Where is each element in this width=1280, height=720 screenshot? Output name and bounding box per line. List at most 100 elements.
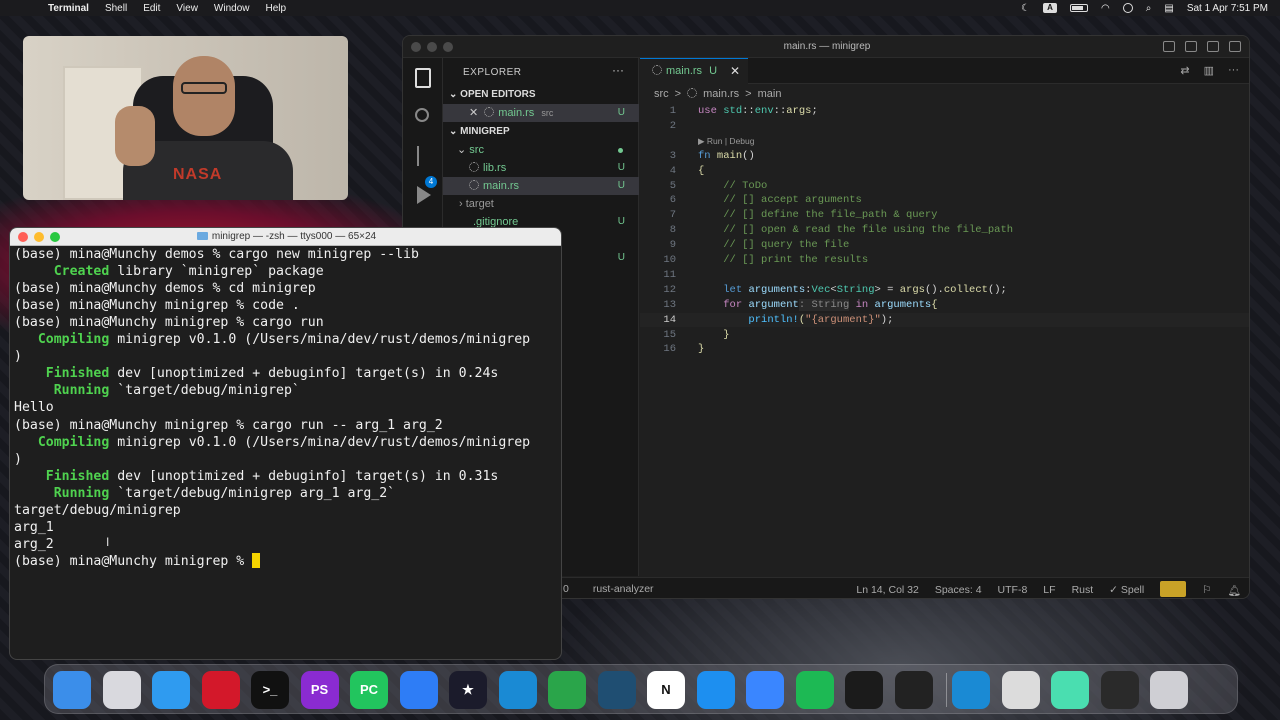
breadcrumb-file[interactable]: main.rs [703, 88, 739, 100]
terminal-line: (base) mina@Munchy minigrep % [14, 552, 261, 570]
customize-layout-icon[interactable] [1229, 41, 1241, 52]
run-debug-icon[interactable] [417, 186, 431, 204]
dock: >_ PS PC ★ N [44, 664, 1238, 714]
menu-view[interactable]: View [176, 3, 198, 14]
terminal-icon[interactable]: >_ [251, 671, 289, 709]
status-indentation[interactable]: Spaces: 4 [935, 584, 982, 596]
status-rust-analyzer[interactable]: rust-analyzer [593, 583, 654, 595]
mysql-workbench-icon[interactable] [597, 671, 636, 709]
feedback-icon[interactable]: ⚐ [1202, 584, 1211, 596]
code-line: 4{ [669, 164, 705, 177]
user-icon[interactable] [1122, 3, 1133, 13]
status-encoding[interactable]: UTF-8 [998, 584, 1028, 596]
breadcrumb-src[interactable]: src [654, 88, 669, 100]
more-actions-icon[interactable]: ··· [1228, 64, 1239, 77]
breadcrumb: src > main.rs > main [654, 88, 782, 100]
status-spell[interactable]: ✓ Spell [1109, 584, 1144, 596]
green-ring-icon[interactable] [548, 671, 586, 709]
source-control-icon[interactable] [417, 146, 433, 166]
clock[interactable]: Sat 1 Apr 7:51 PM [1187, 3, 1268, 14]
breadcrumb-symbol[interactable]: main [758, 88, 782, 100]
discord-like-icon[interactable] [1051, 671, 1089, 709]
rust-file-icon [469, 162, 479, 172]
terminal-window-icon[interactable] [1100, 671, 1139, 709]
wifi-icon[interactable]: ◠ [1101, 3, 1110, 14]
menu-edit[interactable]: Edit [143, 3, 160, 14]
notifications-icon[interactable]: 🔔︎ [1228, 584, 1241, 597]
tree-folder-src[interactable]: ⌄ src [443, 141, 639, 159]
status-language[interactable]: Rust [1072, 584, 1094, 596]
pycharm-icon[interactable]: PC [350, 671, 388, 709]
terminal-cursor [252, 552, 261, 568]
search-icon[interactable] [415, 108, 429, 122]
docker-icon[interactable] [696, 671, 735, 709]
vscode-icon[interactable] [498, 671, 537, 709]
close-icon[interactable]: ✕ [469, 107, 478, 119]
copilot-icon[interactable] [1160, 581, 1187, 597]
terminal-line: Hello [14, 400, 54, 416]
status-eol[interactable]: LF [1043, 584, 1055, 596]
terminal-title: minigrep — -zsh — ttys000 — 65×24 [211, 231, 377, 242]
code-line: 9 // [] query the file [669, 239, 850, 252]
vscode-title: main.rs — minigrep [783, 41, 871, 52]
toggle-panel-icon[interactable] [1185, 41, 1197, 52]
trash-icon[interactable] [1150, 671, 1188, 709]
phpstorm-icon[interactable]: PS [300, 671, 339, 709]
status-problems[interactable]: 0 [563, 583, 569, 595]
terminal-line: Compiling minigrep v0.1.0 (/Users/mina/d… [37, 332, 531, 348]
status-cursor-position[interactable]: Ln 14, Col 32 [856, 584, 918, 596]
spotify-icon[interactable] [795, 671, 834, 709]
battery-icon[interactable] [1070, 4, 1089, 12]
input-source-icon[interactable]: A [1043, 3, 1058, 13]
more-actions-icon[interactable]: ··· [612, 63, 624, 77]
terminal-line: ) [14, 451, 22, 467]
quicktime-icon[interactable] [1001, 671, 1040, 709]
terminal-line: Running `target/debug/minigrep` [53, 383, 300, 399]
control-center-icon[interactable]: ▤ [1164, 3, 1173, 14]
compare-icon[interactable]: ⇄ [1180, 64, 1189, 77]
tree-file-lib-rs[interactable]: lib.rs U [443, 159, 639, 177]
finder-icon[interactable] [53, 671, 91, 709]
xcode-icon[interactable] [399, 671, 438, 709]
menu-app-name[interactable]: Terminal [48, 3, 89, 14]
toggle-sidebar-icon[interactable] [1163, 41, 1175, 52]
project-section[interactable]: ⌄ MINIGREP [443, 123, 639, 141]
tree-file-main-rs[interactable]: main.rs U [443, 177, 639, 195]
menu-shell[interactable]: Shell [105, 3, 127, 14]
person-head [173, 56, 235, 136]
moon-icon[interactable]: ☾ [1021, 3, 1030, 14]
code-line: 2 [669, 119, 676, 132]
arc-icon[interactable] [746, 671, 784, 709]
explorer-icon[interactable] [415, 68, 431, 88]
editor-actions: ⇄ ▥ ··· [1180, 64, 1239, 77]
code-editor[interactable]: 1 use std::env::args; 2 ▶ Run | Debug 3 fn… [640, 104, 1249, 384]
tree-folder-target[interactable]: › target [443, 195, 639, 213]
menu-window[interactable]: Window [214, 3, 250, 14]
app-star-icon[interactable]: ★ [449, 671, 487, 709]
open-editors-section[interactable]: ⌄ OPEN EDITORS [443, 86, 639, 104]
rust-file-icon [469, 180, 479, 190]
open-editor-main-rs[interactable]: ✕ main.rs src U [443, 104, 639, 122]
tab-main-rs[interactable]: main.rs U ✕ [640, 58, 748, 84]
code-line: 7 // [] define the file_path & query [669, 209, 938, 222]
zed-icon[interactable] [894, 671, 933, 709]
notion-icon[interactable]: N [647, 671, 685, 709]
split-editor-icon[interactable]: ▥ [1204, 64, 1214, 77]
vscode-2-icon[interactable] [952, 671, 990, 709]
glasses [181, 82, 227, 94]
flask-app-icon[interactable] [845, 671, 883, 709]
close-tab-icon[interactable]: ✕ [730, 59, 740, 83]
codelens-run-debug[interactable]: ▶ Run | Debug [698, 136, 754, 147]
terminal-output[interactable]: (base) mina@Munchy demos % cargo new min… [14, 246, 559, 656]
opera-icon[interactable] [201, 671, 240, 709]
code-line: 3 fn main() [669, 149, 755, 162]
code-line: 6 // [] accept arguments [669, 194, 862, 207]
search-icon[interactable]: ⌕ [1146, 3, 1152, 14]
webcam-overlay: NASA [23, 36, 348, 200]
code-line: 8 // [] open & read the file using the f… [669, 224, 1014, 237]
launchpad-icon[interactable] [102, 671, 141, 709]
safari-icon[interactable] [152, 671, 190, 709]
menu-help[interactable]: Help [266, 3, 287, 14]
toggle-secondary-sidebar-icon[interactable] [1207, 41, 1219, 52]
terminal-line: (base) mina@Munchy minigrep % cargo run … [14, 417, 443, 433]
